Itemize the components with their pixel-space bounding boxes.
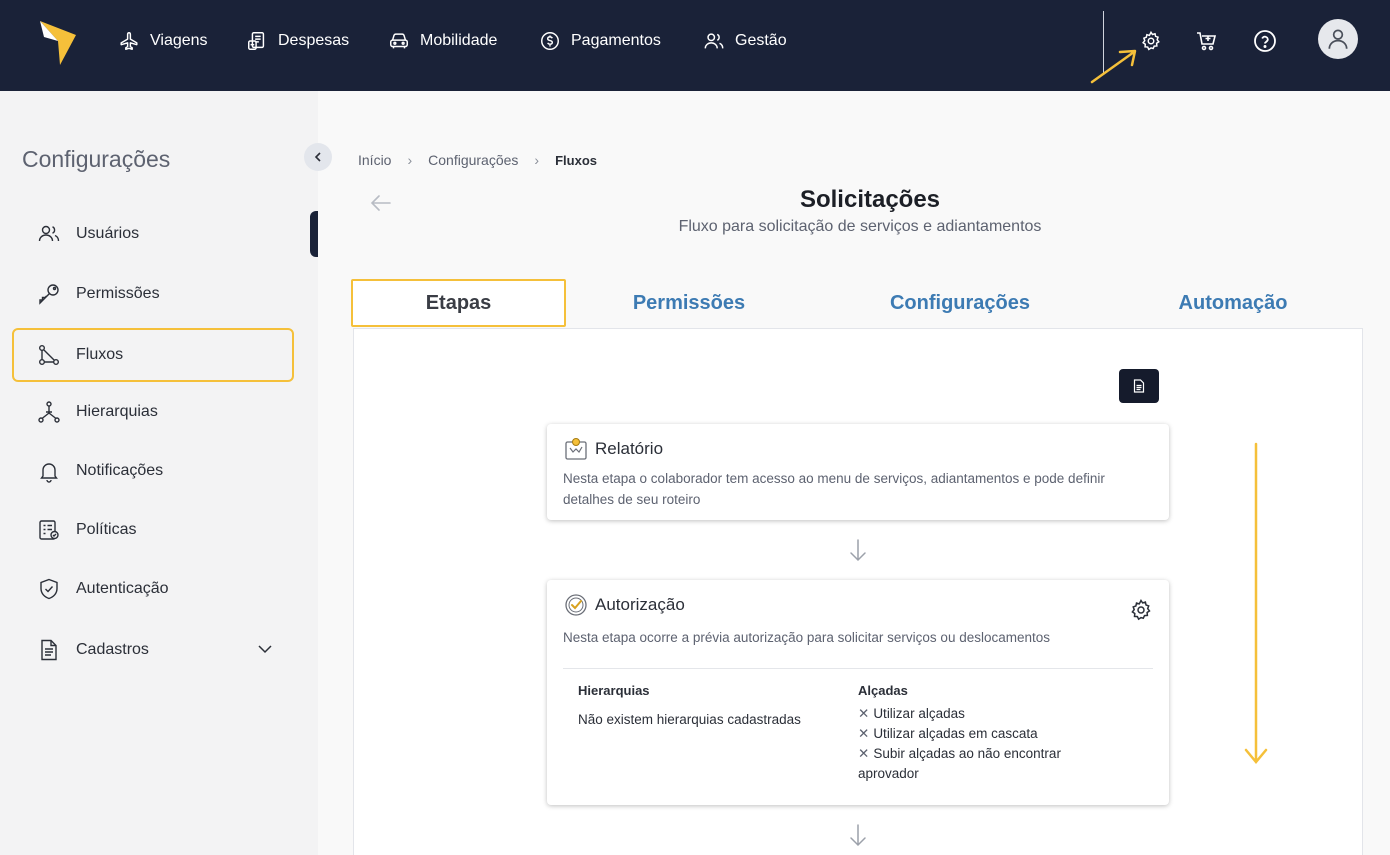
document-button[interactable] — [1119, 369, 1159, 403]
sidebar-item-label: Usuários — [76, 225, 140, 242]
sidebar-item-autenticacao[interactable]: Autenticação — [12, 562, 294, 616]
logo[interactable] — [40, 19, 76, 65]
arrow-down-icon — [850, 824, 866, 847]
tab-permissoes[interactable]: Permissões — [600, 279, 778, 327]
avatar[interactable] — [1318, 19, 1358, 59]
alcada-item: ✕ Subir alçadas ao não encontrar aprovado… — [858, 746, 1061, 781]
chevron-right-icon: › — [534, 152, 540, 168]
help-icon — [1254, 30, 1276, 52]
annotation-arrow-down-icon — [1244, 442, 1268, 764]
sidebar-item-label: Políticas — [76, 521, 137, 538]
nav-mobilidade[interactable]: Mobilidade — [388, 28, 497, 54]
sidebar-item-hierarquias[interactable]: Hierarquias — [12, 385, 294, 439]
nav-label: Viagens — [150, 32, 208, 49]
sidebar-item-usuarios[interactable]: Usuários — [12, 207, 294, 261]
hierarquias-text: Não existem hierarquias cadastradas — [578, 712, 801, 727]
breadcrumb-current: Fluxos — [555, 152, 597, 168]
users-icon — [704, 33, 724, 49]
cart-button[interactable] — [1194, 28, 1220, 54]
gear-icon — [1142, 30, 1160, 51]
tab-etapas[interactable]: Etapas — [351, 279, 566, 327]
user-icon — [1328, 29, 1348, 49]
tab-configuracoes[interactable]: Configurações — [860, 279, 1060, 327]
sidebar-item-politicas[interactable]: Políticas — [12, 503, 294, 557]
nav-pagamentos[interactable]: Pagamentos — [539, 28, 661, 54]
arrow-down-icon — [850, 539, 866, 562]
breadcrumb: Início › Configurações › Fluxos — [358, 152, 597, 168]
help-button[interactable] — [1252, 28, 1278, 54]
sidebar-item-label: Hierarquias — [76, 403, 158, 420]
car-icon — [390, 33, 408, 49]
breadcrumb-inicio[interactable]: Início — [358, 152, 391, 168]
approval-badge-icon — [565, 594, 587, 616]
hierarchy-icon — [38, 401, 60, 423]
document-icon — [1133, 379, 1145, 393]
alcadas-title: Alçadas — [858, 683, 908, 698]
receipt-icon — [248, 32, 265, 50]
alcada-item: ✕ Utilizar alçadas em cascata — [858, 726, 1038, 741]
nav-gestao[interactable]: Gestão — [703, 28, 787, 54]
chevron-down-icon[interactable] — [256, 640, 274, 658]
page-title: Solicitações — [799, 186, 941, 213]
annotation-arrow-icon — [1090, 49, 1137, 84]
flow-icon — [39, 345, 60, 366]
users-icon — [38, 225, 60, 242]
nav-label: Mobilidade — [420, 32, 498, 49]
step-description: Nesta etapa ocorre a prévia autorização … — [563, 630, 1051, 645]
top-navbar: Viagens Despesas Mobilidade Pagamentos G… — [0, 0, 1390, 91]
step-card-autorizacao[interactable]: Autorização Nesta etapa ocorre a prévia … — [547, 580, 1169, 805]
step-title: Relatório — [595, 439, 664, 458]
plane-icon — [120, 32, 138, 50]
alcada-item: ✕ Utilizar alçadas — [858, 706, 965, 721]
step-description: Nesta etapa o colaborador tem acesso ao … — [563, 471, 1105, 507]
breadcrumb-configuracoes[interactable]: Configurações — [428, 152, 518, 168]
settings-button[interactable] — [1138, 28, 1164, 54]
document-icon — [41, 639, 57, 661]
hierarquias-title: Hierarquias — [578, 683, 650, 698]
policy-icon — [39, 520, 59, 540]
collapse-sidebar-button[interactable] — [304, 143, 332, 171]
chevron-left-icon — [314, 152, 321, 162]
nav-label: Gestão — [735, 32, 787, 49]
back-arrow-icon[interactable] — [368, 192, 394, 214]
card-divider — [563, 668, 1153, 669]
tab-automacao[interactable]: Automação — [1150, 279, 1316, 327]
nav-label: Pagamentos — [571, 32, 661, 49]
close-icon: ✕ — [858, 726, 870, 741]
sidebar-item-label: Fluxos — [76, 346, 124, 363]
nav-label: Despesas — [278, 32, 350, 49]
page-subtitle: Fluxo para solicitação de serviços e adi… — [678, 218, 1042, 235]
step-card-relatorio[interactable]: Relatório Nesta etapa o colaborador tem … — [547, 424, 1169, 520]
active-indicator — [310, 211, 318, 257]
nav-viagens[interactable]: Viagens — [118, 28, 208, 54]
nav-despesas[interactable]: Despesas — [246, 28, 349, 54]
sidebar-item-cadastros[interactable]: Cadastros — [12, 623, 294, 677]
alcadas-list: ✕ Utilizar alçadas ✕ Utilizar alçadas em c… — [858, 704, 1118, 784]
step-title: Autorização — [595, 595, 685, 614]
key-icon — [39, 284, 59, 305]
sidebar-item-fluxos[interactable]: Fluxos — [12, 328, 294, 382]
gear-icon[interactable] — [1129, 598, 1153, 622]
report-icon — [565, 438, 587, 460]
close-icon: ✕ — [858, 746, 870, 761]
sidebar-item-label: Notificações — [76, 462, 164, 479]
dollar-icon — [541, 32, 559, 50]
sidebar-item-label: Cadastros — [76, 641, 149, 658]
bell-icon — [40, 463, 58, 483]
sidebar-item-label: Autenticação — [76, 580, 169, 597]
sidebar-item-permissoes[interactable]: Permissões — [12, 267, 294, 321]
shield-icon — [40, 578, 58, 600]
sidebar-item-notificacoes[interactable]: Notificações — [12, 444, 294, 498]
sidebar-item-label: Permissões — [76, 285, 160, 302]
cart-icon — [1197, 32, 1217, 51]
sidebar-title: Configurações — [22, 146, 171, 172]
chevron-right-icon: › — [407, 152, 413, 168]
close-icon: ✕ — [858, 706, 870, 721]
